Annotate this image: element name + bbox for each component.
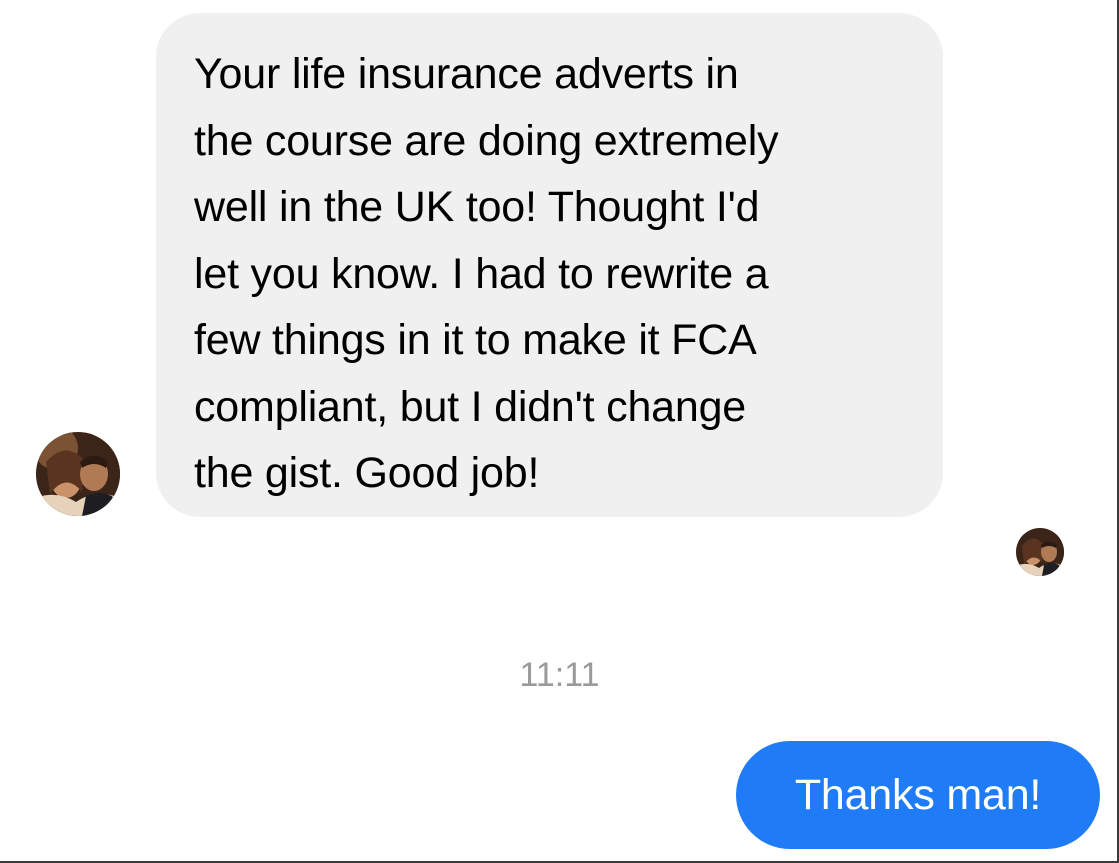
- incoming-message-bubble[interactable]: Your life insurance adverts in the cours…: [156, 13, 943, 517]
- read-receipt-avatar-icon: [1016, 528, 1064, 576]
- sender-avatar-icon[interactable]: [36, 432, 120, 516]
- outgoing-message-bubble[interactable]: Thanks man!: [736, 741, 1100, 849]
- message-timestamp: 11:11: [519, 656, 600, 694]
- chat-thread: Your life insurance adverts in the cours…: [0, 0, 1119, 863]
